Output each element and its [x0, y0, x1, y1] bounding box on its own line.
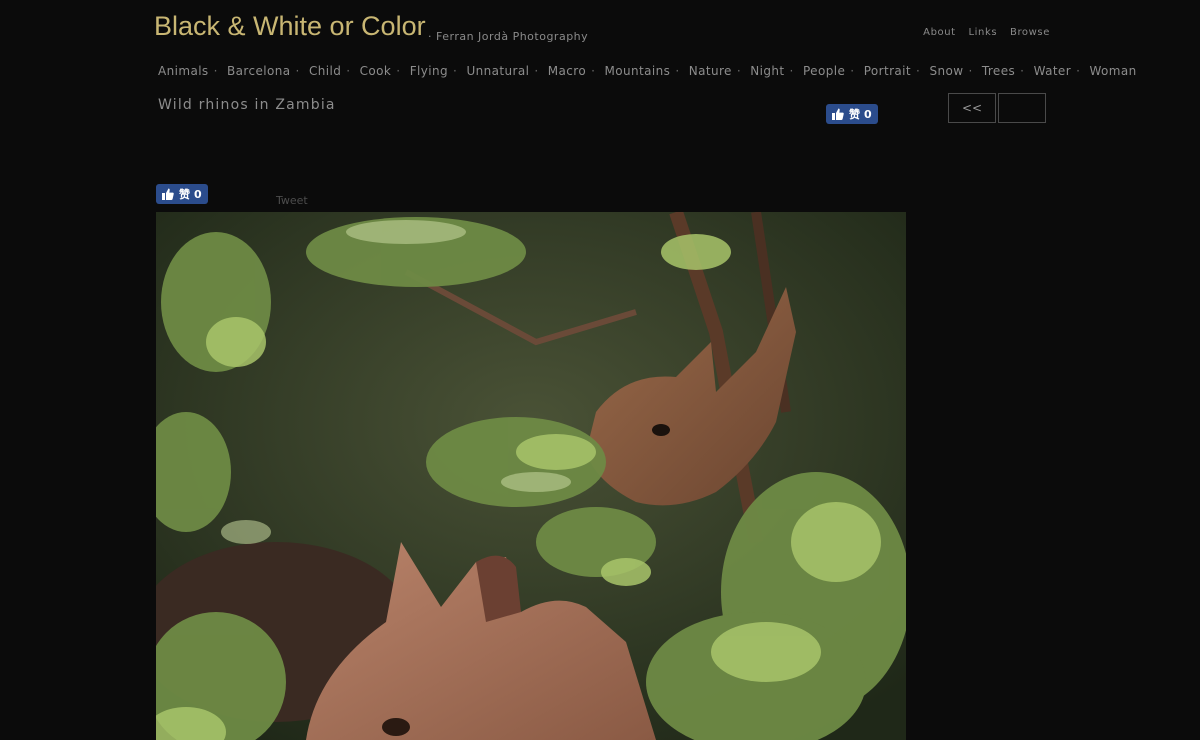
- like-count: 0: [864, 107, 872, 121]
- separator: ·: [534, 64, 539, 78]
- separator: ·: [453, 64, 458, 78]
- category-nav: Animals · Barcelona · Child · Cook · Flying ·…: [158, 64, 1137, 78]
- rhino-photo-art: [156, 212, 906, 740]
- thumbs-up-icon: [162, 188, 174, 200]
- separator: ·: [736, 64, 742, 78]
- category-trees[interactable]: Trees: [982, 64, 1015, 78]
- separator: ·: [396, 64, 401, 78]
- thumbs-up-icon: [832, 108, 844, 120]
- category-barcelona[interactable]: Barcelona: [227, 64, 290, 78]
- category-mountains[interactable]: Mountains: [605, 64, 671, 78]
- page: Black & White or Color · Ferran Jordà Ph…: [0, 0, 1200, 740]
- separator: ·: [1020, 64, 1025, 78]
- separator: ·: [213, 64, 218, 78]
- category-child[interactable]: Child: [309, 64, 341, 78]
- separator: ·: [916, 64, 921, 78]
- category-cook[interactable]: Cook: [360, 64, 392, 78]
- category-snow[interactable]: Snow: [929, 64, 963, 78]
- site-subtitle: · Ferran Jordà Photography: [428, 30, 589, 43]
- next-button[interactable]: [998, 93, 1046, 123]
- category-unnatural[interactable]: Unnatural: [466, 64, 529, 78]
- site-title[interactable]: Black & White or Color: [154, 11, 426, 42]
- separator: ·: [850, 64, 855, 78]
- category-portrait[interactable]: Portrait: [864, 64, 911, 78]
- fb-like-button[interactable]: 赞 0: [156, 184, 208, 204]
- top-links: About Links Browse: [914, 27, 1050, 38]
- category-macro[interactable]: Macro: [548, 64, 586, 78]
- category-animals[interactable]: Animals: [158, 64, 209, 78]
- separator: ·: [1076, 64, 1081, 78]
- like-label: 赞: [179, 188, 190, 201]
- separator: ·: [675, 64, 680, 78]
- links-link[interactable]: Links: [969, 27, 998, 38]
- category-flying[interactable]: Flying: [410, 64, 448, 78]
- separator: ·: [968, 64, 973, 78]
- category-night[interactable]: Night: [750, 64, 784, 78]
- tweet-link[interactable]: Tweet: [276, 194, 308, 207]
- separator: ·: [346, 64, 351, 78]
- like-count: 0: [194, 187, 202, 201]
- browse-link[interactable]: Browse: [1010, 27, 1050, 38]
- prev-button[interactable]: <<: [948, 93, 996, 123]
- about-link[interactable]: About: [923, 27, 956, 38]
- category-water[interactable]: Water: [1034, 64, 1071, 78]
- like-label: 赞: [849, 108, 860, 121]
- separator: ·: [789, 64, 794, 78]
- fb-like-button-top[interactable]: 赞 0: [826, 104, 878, 124]
- category-nature[interactable]: Nature: [689, 64, 732, 78]
- category-people[interactable]: People: [803, 64, 845, 78]
- separator: ·: [295, 64, 300, 78]
- photo-title: Wild rhinos in Zambia: [158, 97, 336, 113]
- separator: ·: [591, 64, 596, 78]
- rhino-photo[interactable]: [156, 212, 906, 740]
- category-woman[interactable]: Woman: [1090, 64, 1137, 78]
